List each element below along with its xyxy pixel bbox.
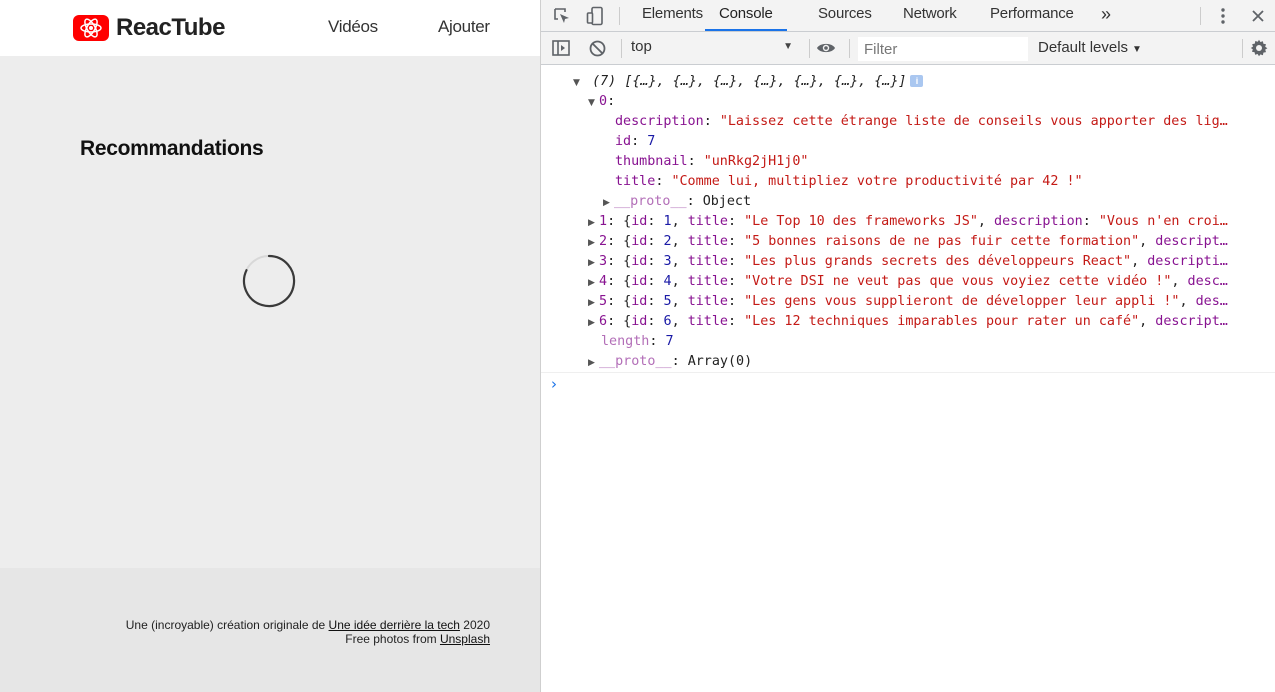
kebab-menu-icon[interactable] <box>1212 5 1234 27</box>
context-select[interactable]: top ▼ <box>631 38 799 59</box>
log-levels-select[interactable]: Default levels ▼ <box>1038 39 1142 56</box>
more-tabs-icon[interactable]: » <box>1101 0 1111 31</box>
eye-icon[interactable] <box>815 37 837 59</box>
tab-divider <box>619 7 620 25</box>
array-row[interactable]: ▶ 5: {id: 5, title: "Les gens vous suppli… <box>588 292 1250 312</box>
expanded-triangle-icon[interactable]: ▼ <box>588 93 599 112</box>
collapsed-triangle-icon[interactable]: ▶ <box>588 313 599 332</box>
brand-name: ReacTube <box>116 14 225 41</box>
devtools-panel: Elements Console Sources Network Perform… <box>540 0 1275 692</box>
console-prompt-icon[interactable]: › <box>551 375 557 393</box>
loading-spinner <box>242 254 296 308</box>
dropdown-arrow-icon: ▼ <box>783 41 793 52</box>
nav-add-link[interactable]: Ajouter <box>438 17 490 37</box>
inspect-icon[interactable] <box>551 5 573 27</box>
tab-network[interactable]: Network <box>903 0 957 31</box>
footer-photo-prefix: Free photos from <box>345 632 440 646</box>
collapsed-triangle-icon[interactable]: ▶ <box>588 353 599 372</box>
app-header: ReacTube Vidéos Ajouter <box>0 0 540 56</box>
brand-logo[interactable]: ReacTube <box>73 14 225 42</box>
item-0-thumbnail: thumbnail: "unRkg2jH1j0" <box>615 154 809 169</box>
array-row[interactable]: ▶ 2: {id: 2, title: "5 bonnes raisons de … <box>588 232 1250 252</box>
collapsed-triangle-icon[interactable]: ▶ <box>588 253 599 272</box>
footer-credit: Une (incroyable) création originale de U… <box>126 618 490 632</box>
toolbar-divider <box>849 39 850 58</box>
console-filter-input[interactable] <box>858 37 1028 61</box>
array-row[interactable]: ▶ 1: {id: 1, title: "Le Top 10 des framew… <box>588 212 1250 232</box>
device-toggle-icon[interactable] <box>584 5 606 27</box>
collapsed-triangle-icon[interactable]: ▶ <box>588 293 599 312</box>
gear-icon[interactable] <box>1248 37 1270 59</box>
nav-videos-link[interactable]: Vidéos <box>328 17 378 37</box>
collapsed-triangle-icon[interactable]: ▶ <box>603 193 614 212</box>
array-length: length: 7 <box>601 334 674 349</box>
collapsed-triangle-icon[interactable]: ▶ <box>588 273 599 292</box>
item-0-id: id: 7 <box>615 134 656 149</box>
collapsed-triangle-icon[interactable]: ▶ <box>588 213 599 232</box>
react-atom-icon <box>73 15 109 41</box>
footer-credit-prefix: Une (incroyable) création originale de <box>125 618 329 632</box>
array-count: (7) <box>592 74 617 89</box>
tab-performance[interactable]: Performance <box>990 0 1074 31</box>
item-0-title: title: "Comme lui, multipliez votre prod… <box>615 174 1083 189</box>
unsplash-link[interactable]: Unsplash <box>440 632 490 646</box>
console-toolbar: top ▼ Default levels▼ <box>541 32 1275 65</box>
array-row[interactable]: ▶ 4: {id: 4, title: "Votre DSI ne veut pa… <box>588 272 1250 292</box>
array-row[interactable]: ▶ 6: {id: 6, title: "Les 12 techniques im… <box>588 312 1250 332</box>
info-icon[interactable]: i <box>910 75 924 87</box>
toolbar-divider <box>1242 39 1243 58</box>
log-levels-label: Default levels <box>1038 39 1129 56</box>
array-proto[interactable]: ▶ __proto__: Array(0) <box>588 352 752 372</box>
app-footer: Une (incroyable) création originale de U… <box>0 568 540 692</box>
tab-sources[interactable]: Sources <box>818 0 872 31</box>
collapsed-triangle-icon[interactable]: ▶ <box>588 233 599 252</box>
context-value: top <box>631 38 652 55</box>
array-summary-line[interactable]: ▼ (7) [{…}, {…}, {…}, {…}, {…}, {…}, {…}… <box>573 72 924 92</box>
item-0-index: 0 <box>599 94 608 109</box>
console-divider <box>541 372 1275 373</box>
dropdown-arrow-icon: ▼ <box>1132 44 1142 55</box>
clear-console-icon[interactable] <box>586 37 608 59</box>
reactube-app: ReacTube Vidéos Ajouter Recommandations … <box>0 0 540 692</box>
tab-console[interactable]: Console <box>705 0 787 31</box>
tab-divider <box>1200 7 1201 25</box>
array-row[interactable]: ▶ 3: {id: 3, title: "Les plus grands secr… <box>588 252 1250 272</box>
devtools-tabbar: Elements Console Sources Network Perform… <box>541 0 1275 32</box>
page-title: Recommandations <box>80 137 264 160</box>
item-0-header[interactable]: ▼ 0: <box>588 92 615 112</box>
close-icon[interactable] <box>1247 5 1269 27</box>
footer-credit-year: 2020 <box>459 618 490 632</box>
item-0-description: description: "Laissez cette étrange list… <box>615 114 1228 129</box>
footer-photo-credit: Free photos from Unsplash <box>345 632 490 646</box>
toolbar-divider <box>809 39 810 58</box>
sidebar-toggle-icon[interactable] <box>550 37 572 59</box>
expanded-triangle-icon[interactable]: ▼ <box>573 73 584 92</box>
tab-elements[interactable]: Elements <box>642 0 703 31</box>
item-0-proto[interactable]: ▶ __proto__: Object <box>603 192 751 212</box>
toolbar-divider <box>621 39 622 58</box>
array-preview: [{…}, {…}, {…}, {…}, {…}, {…}, {…}] <box>624 74 907 89</box>
footer-author-link[interactable]: Une idée derrière la tech <box>329 618 460 632</box>
